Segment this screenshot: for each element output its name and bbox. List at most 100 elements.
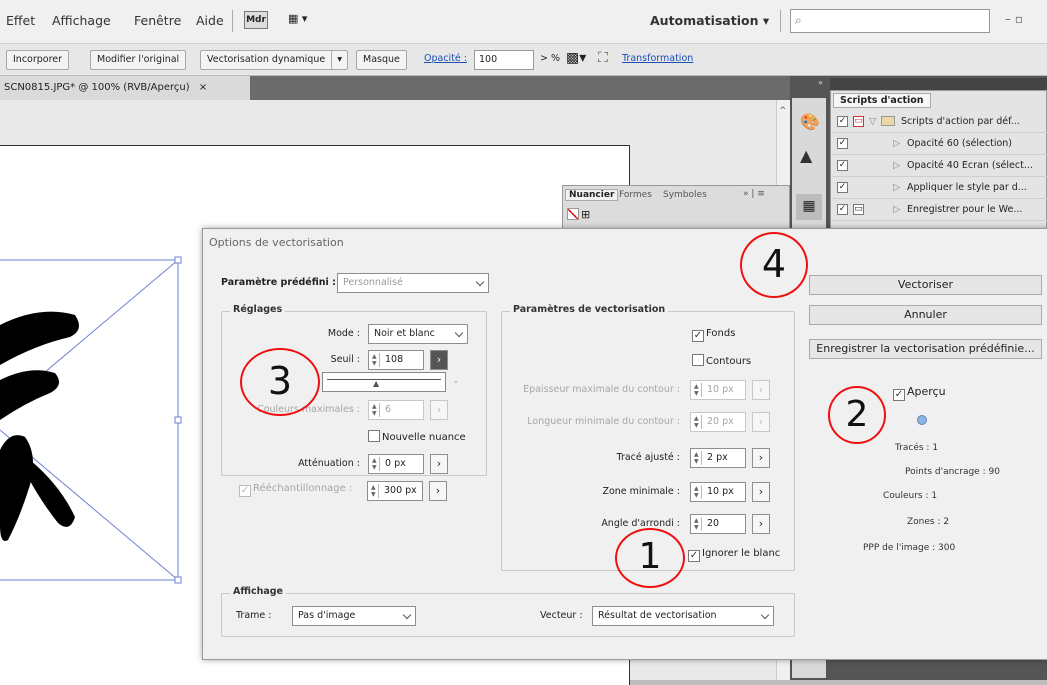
blur-slider-toggle[interactable]: ›: [430, 454, 448, 474]
corner-angle-slider-toggle[interactable]: ›: [752, 514, 770, 534]
raster-select[interactable]: Pas d'image: [292, 606, 416, 626]
stepper-icon[interactable]: ▲ ▼: [372, 353, 380, 367]
expand-icon[interactable]: ▷: [893, 133, 900, 155]
actions-icon[interactable]: ▦: [796, 194, 822, 220]
chevron-down-icon: [402, 610, 412, 620]
actions-panel-tab[interactable]: Scripts d'action: [833, 93, 931, 108]
none-swatch-icon[interactable]: [567, 208, 579, 220]
resample-checkbox[interactable]: ✓ Rééchantillonnage :: [239, 483, 352, 497]
collapse-panel-icon[interactable]: »: [818, 78, 823, 87]
opacity-label[interactable]: Opacité :: [424, 53, 467, 64]
preview-checkbox[interactable]: ✓ Aperçu: [893, 385, 946, 401]
action-toggle-checkbox[interactable]: ✓: [837, 160, 848, 171]
save-preset-button[interactable]: Enregistrer la vectorisation prédéfinie.…: [809, 339, 1042, 359]
folder-icon: [881, 116, 895, 126]
mode-select[interactable]: Noir et blanc: [368, 324, 468, 344]
placed-image[interactable]: [0, 255, 190, 585]
resample-input[interactable]: ▲ ▼ 300 px: [367, 481, 423, 501]
menu-help[interactable]: Aide: [196, 13, 224, 28]
ignore-white-checkbox[interactable]: ✓ Ignorer le blanc: [688, 548, 780, 562]
embed-button[interactable]: Incorporer: [6, 50, 70, 70]
document-tab[interactable]: SCN0815.JPG* @ 100% (RVB/Aperçu) ×: [0, 76, 250, 100]
action-row[interactable]: ✓ ▷ Opacité 60 (sélection): [831, 133, 1047, 155]
stepper-icon[interactable]: ▲ ▼: [694, 517, 702, 531]
registration-swatch-icon[interactable]: ⊞: [581, 208, 590, 221]
action-toggle-checkbox[interactable]: ✓: [837, 204, 848, 215]
graphic-styles-icon[interactable]: 🎨: [800, 112, 820, 131]
stepper-icon[interactable]: ▲ ▼: [694, 451, 702, 465]
expand-icon[interactable]: ▷: [893, 177, 900, 199]
path-fitting-slider-toggle[interactable]: ›: [752, 448, 770, 468]
opacity-unit[interactable]: > %: [540, 53, 560, 64]
strokes-checkbox[interactable]: Contours: [692, 354, 751, 367]
new-swatch-checkbox[interactable]: Nouvelle nuance: [368, 430, 466, 443]
action-toggle-checkbox[interactable]: ✓: [837, 116, 848, 127]
threshold-slider-toggle[interactable]: ›: [430, 350, 448, 370]
resample-slider-toggle[interactable]: ›: [429, 481, 447, 501]
stepper-icon[interactable]: ▲ ▼: [694, 485, 702, 499]
stepper-icon[interactable]: ▲ ▼: [372, 457, 380, 471]
resample-label: Rééchantillonnage :: [253, 483, 353, 494]
document-tab-title: SCN0815.JPG* @ 100% (RVB/Aperçu): [4, 82, 190, 93]
action-row[interactable]: ✓ ▭ ▷ Enregistrer pour le We...: [831, 199, 1047, 221]
vector-select[interactable]: Résultat de vectorisation: [592, 606, 774, 626]
transform-icon[interactable]: ⛶: [598, 50, 608, 66]
blur-input[interactable]: ▲ ▼ 0 px: [368, 454, 424, 474]
trace-button[interactable]: Vectoriser: [809, 275, 1042, 295]
action-dialog-toggle[interactable]: ▭: [853, 204, 864, 215]
expand-icon[interactable]: ▽: [869, 111, 876, 133]
min-area-slider-toggle[interactable]: ›: [752, 482, 770, 502]
menu-effect[interactable]: Effet: [6, 13, 35, 28]
fills-checkbox[interactable]: ✓ Fonds: [692, 328, 735, 342]
fills-label: Fonds: [706, 328, 736, 339]
action-row[interactable]: ✓ ▷ Opacité 40 Ecran (sélect...: [831, 155, 1047, 177]
close-tab-icon[interactable]: ×: [199, 82, 207, 93]
panel-menu-icon[interactable]: » | ≡: [743, 189, 765, 199]
bridge-button[interactable]: Mdr: [244, 11, 268, 29]
slider-thumb[interactable]: ▲: [373, 379, 379, 388]
menu-view[interactable]: Affichage: [52, 13, 111, 28]
edit-original-button[interactable]: Modifier l'original: [90, 50, 187, 70]
live-trace-button[interactable]: Vectorisation dynamique ▾: [200, 50, 349, 70]
scroll-up-icon[interactable]: ^: [779, 106, 787, 116]
threshold-slider-popup[interactable]: ▲: [322, 372, 446, 392]
search-input[interactable]: ⌕: [790, 9, 990, 33]
max-stroke-input[interactable]: ▲ ▼ 10 px: [690, 380, 746, 400]
tab-brushes[interactable]: Formes: [619, 190, 652, 200]
corner-angle-input[interactable]: ▲ ▼ 20: [690, 514, 746, 534]
tab-symbols[interactable]: Symboles: [663, 190, 707, 200]
action-toggle-checkbox[interactable]: ✓: [837, 182, 848, 193]
opacity-input[interactable]: 100: [474, 50, 534, 70]
min-area-input[interactable]: ▲ ▼ 10 px: [690, 482, 746, 502]
stepper-icon[interactable]: ▲ ▼: [371, 484, 379, 498]
min-stroke-input[interactable]: ▲ ▼ 20 px: [690, 412, 746, 432]
tab-swatches[interactable]: Nuancier: [565, 189, 619, 201]
layers-icon[interactable]: ▲: [800, 146, 812, 165]
action-row[interactable]: ✓ ▭ ▽ Scripts d'action par déf...: [831, 111, 1047, 133]
action-dialog-toggle[interactable]: ▭: [853, 116, 864, 127]
stepper-icon[interactable]: ▲ ▼: [694, 415, 702, 429]
arrange-documents-icon[interactable]: ▦ ▾: [288, 11, 322, 29]
cancel-button[interactable]: Annuler: [809, 305, 1042, 325]
action-toggle-checkbox[interactable]: ✓: [837, 138, 848, 149]
align-icon[interactable]: ▩▾: [566, 50, 586, 66]
menu-window[interactable]: Fenêtre: [134, 13, 181, 28]
expand-icon[interactable]: ▷: [893, 155, 900, 177]
window-controls[interactable]: – ▫: [1005, 12, 1023, 26]
stepper-icon[interactable]: ▲ ▼: [372, 403, 380, 417]
mask-button[interactable]: Masque: [356, 50, 407, 70]
action-row[interactable]: ✓ ▷ Appliquer le style par d...: [831, 177, 1047, 199]
live-trace-options-icon[interactable]: ▾: [331, 51, 347, 69]
max-colors-slider-toggle[interactable]: ›: [430, 400, 448, 420]
min-stroke-slider-toggle[interactable]: ›: [752, 412, 770, 432]
raster-label: Trame :: [236, 610, 272, 621]
preset-select[interactable]: Personnalisé: [337, 273, 489, 293]
stepper-icon[interactable]: ▲ ▼: [694, 383, 702, 397]
max-colors-input[interactable]: ▲ ▼ 6: [368, 400, 424, 420]
workspace-switcher[interactable]: Automatisation ▾: [650, 13, 769, 28]
max-stroke-slider-toggle[interactable]: ›: [752, 380, 770, 400]
expand-icon[interactable]: ▷: [893, 199, 900, 221]
path-fitting-input[interactable]: ▲ ▼ 2 px: [690, 448, 746, 468]
threshold-input[interactable]: ▲ ▼ 108: [368, 350, 424, 370]
transform-link[interactable]: Transformation: [622, 53, 693, 64]
